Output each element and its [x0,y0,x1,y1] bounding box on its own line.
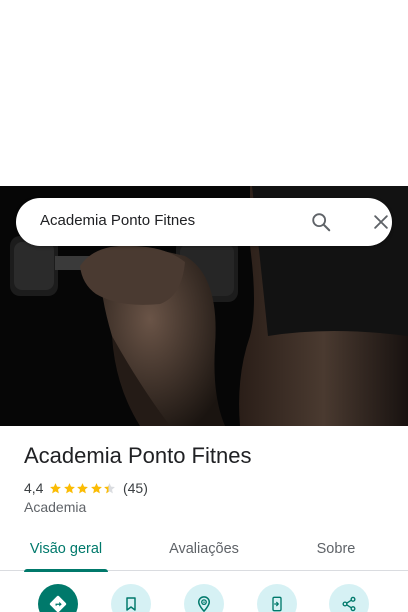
nearby-icon [197,596,211,612]
tab-about-label: Sobre [316,541,356,557]
star-icon [64,482,75,493]
tab-bar: Visão geral Avaliações Sobre [0,527,408,572]
place-title: Academia Ponto Fitnes [24,443,252,468]
search-icon[interactable] [307,208,335,236]
tab-reviews[interactable]: Avaliações [160,527,248,571]
send-to-phone-button[interactable] [257,584,297,612]
send-to-phone-icon [272,596,282,612]
place-category[interactable]: Academia [24,499,86,515]
search-input[interactable]: Academia Ponto Fitnes [40,212,195,229]
share-button[interactable] [329,584,369,612]
blank-area [0,0,408,186]
star-icon [91,482,102,493]
tab-about[interactable]: Sobre [304,527,368,571]
nearby-button[interactable] [184,584,224,612]
star-icon [77,482,89,493]
star-icon [50,482,62,493]
directions-button[interactable] [38,584,78,612]
tab-overview-label: Visão geral [29,541,103,557]
close-icon[interactable] [367,208,395,236]
review-count[interactable]: (45) [123,480,148,496]
rating-value: 4,4 [24,480,44,496]
star-icon [104,482,116,493]
share-icon [342,596,356,612]
action-bar [0,584,408,612]
active-tab-indicator [24,569,108,572]
tab-overview[interactable]: Visão geral [24,527,108,572]
bookmark-icon [126,597,136,611]
search-bar[interactable]: Academia Ponto Fitnes [16,198,392,246]
save-button[interactable] [111,584,151,612]
rating-row[interactable]: 4,4 (45) [24,479,148,497]
directions-icon [49,595,67,612]
star-rating [49,482,117,495]
tab-reviews-label: Avaliações [169,541,239,557]
